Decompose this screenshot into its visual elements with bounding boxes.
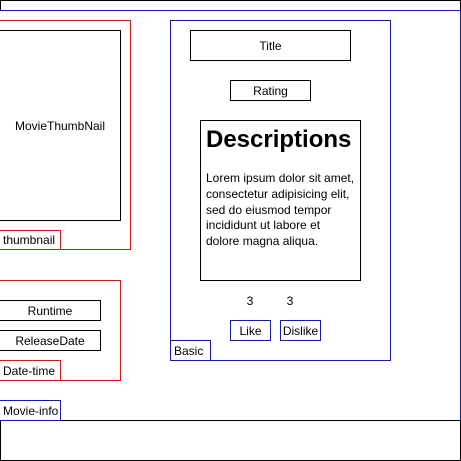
like-button-label: Like xyxy=(239,323,262,338)
title-field[interactable]: Title xyxy=(190,30,351,61)
date-time-tag: Date-time xyxy=(0,360,61,381)
dislike-button[interactable]: Dislike xyxy=(280,320,321,341)
dislike-button-label: Dislike xyxy=(282,323,319,338)
description-body: Lorem ipsum dolor sit amet, consectetur … xyxy=(206,171,355,248)
like-count-value: 3 xyxy=(246,294,254,308)
date-time-tag-label: Date-time xyxy=(3,363,56,378)
release-date-label: ReleaseDate xyxy=(15,333,85,348)
movie-info-tag: Movie-info xyxy=(0,400,61,421)
movie-thumbnail-label: MovieThumbNail xyxy=(14,118,106,133)
like-count: 3 xyxy=(238,292,262,310)
rating-field[interactable]: Rating xyxy=(230,80,311,101)
runtime-label: Runtime xyxy=(27,303,73,318)
like-button[interactable]: Like xyxy=(230,320,271,341)
dislike-count: 3 xyxy=(278,292,302,310)
rating-label: Rating xyxy=(253,83,288,98)
description-box: Descriptions Lorem ipsum dolor sit amet,… xyxy=(200,120,361,281)
description-heading: Descriptions xyxy=(206,126,352,153)
thumbnail-tag-label: thumbnail xyxy=(3,233,56,247)
bottom-box xyxy=(0,420,461,461)
title-label: Title xyxy=(259,38,282,53)
movie-info-tag-label: Movie-info xyxy=(3,403,59,418)
thumbnail-tag: thumbnail xyxy=(0,230,61,250)
release-date-field[interactable]: ReleaseDate xyxy=(0,330,101,351)
runtime-field[interactable]: Runtime xyxy=(0,300,101,321)
dislike-count-value: 3 xyxy=(286,294,294,308)
movie-thumbnail-placeholder[interactable]: MovieThumbNail xyxy=(0,30,121,221)
basic-tag-label: Basic xyxy=(174,343,204,358)
basic-tag: Basic xyxy=(170,340,211,361)
